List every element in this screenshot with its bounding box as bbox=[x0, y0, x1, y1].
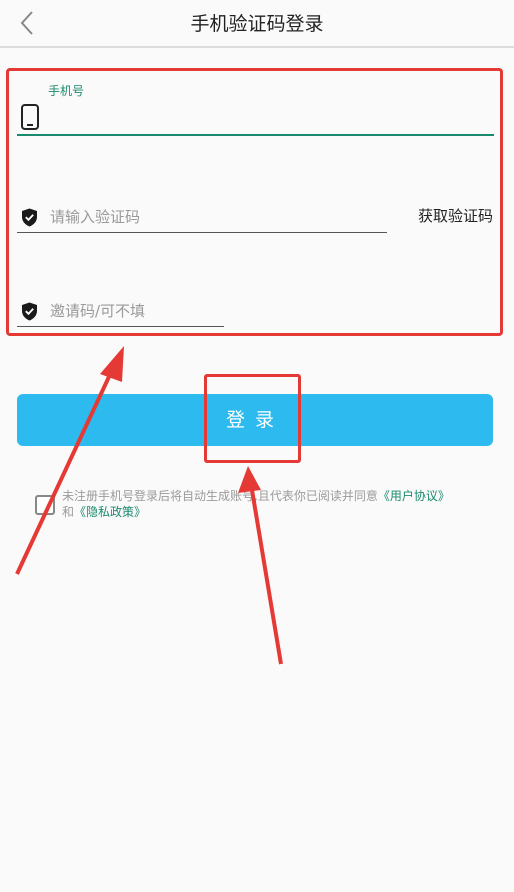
get-code-button[interactable]: 获取验证码 bbox=[418, 205, 493, 226]
login-button[interactable]: 登录 bbox=[17, 394, 493, 446]
phone-label: 手机号 bbox=[48, 84, 85, 98]
page-title: 手机验证码登录 bbox=[190, 13, 324, 35]
phone-input[interactable] bbox=[49, 104, 483, 130]
agreement-conjunction: 和 bbox=[62, 505, 75, 519]
verification-code-field[interactable] bbox=[17, 200, 387, 233]
verification-code-input[interactable] bbox=[48, 204, 382, 230]
agreement-checkbox[interactable] bbox=[35, 495, 55, 515]
invite-code-field[interactable] bbox=[17, 294, 224, 327]
phone-icon bbox=[21, 104, 39, 130]
privacy-policy-link[interactable]: 《隐私政策》 bbox=[74, 505, 146, 519]
shield-check-icon bbox=[22, 208, 37, 227]
invite-code-input[interactable] bbox=[48, 298, 222, 324]
phone-field[interactable] bbox=[17, 100, 494, 136]
agreement-text: 未注册手机号登录后将自动生成账号,且代表你已阅读并同意《用户协议》 和《隐私政策… bbox=[62, 488, 502, 520]
agreement-description: 未注册手机号登录后将自动生成账号,且代表你已阅读并同意 bbox=[62, 489, 378, 503]
top-bar: 手机验证码登录 bbox=[0, 0, 514, 48]
user-agreement-link[interactable]: 《用户协议》 bbox=[378, 489, 450, 503]
shield-check-icon bbox=[22, 302, 37, 321]
arrow-to-form bbox=[15, 346, 124, 575]
